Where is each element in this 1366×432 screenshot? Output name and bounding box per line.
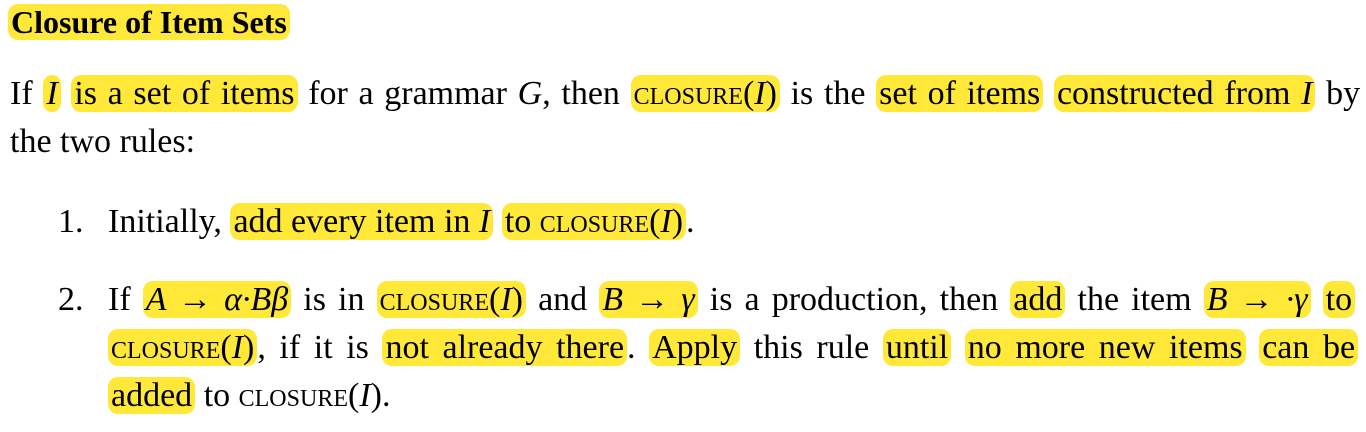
text-and: and	[538, 281, 588, 318]
rule-item-1: 1. Initially, add every item in I to clos…	[58, 198, 1358, 246]
text-this-rule: this rule	[753, 329, 870, 366]
text-is-the: is the	[790, 75, 866, 112]
section-title-text: Closure of Item Sets	[8, 4, 290, 40]
closure-term: closure(I)	[630, 75, 780, 112]
production-3: B → ·γ	[1203, 281, 1311, 318]
closure-label: closure	[238, 377, 348, 414]
math-I: I	[359, 377, 371, 414]
text-period: .	[686, 203, 695, 240]
section-title: Closure of Item Sets	[8, 2, 290, 42]
text-if: If	[10, 75, 33, 112]
rule-number: 1.	[58, 203, 84, 240]
text-add-every-item: add every item in	[233, 203, 471, 240]
text-is-in: is in	[303, 281, 365, 318]
math-G: G	[517, 75, 543, 112]
math-I: I	[478, 203, 491, 240]
production-1: A → α·Bβ	[142, 281, 292, 318]
to-closure-phrase: to closure(I)	[501, 203, 687, 240]
text-to: to	[504, 203, 532, 240]
closure-label: closure	[111, 329, 221, 366]
math-I: I	[43, 75, 61, 112]
text-if: If	[108, 281, 131, 318]
text-is-production: is a production, then	[709, 281, 999, 318]
closure-label: closure	[539, 203, 650, 240]
text-period: .	[381, 377, 391, 414]
constructed-from-phrase: constructed from I	[1053, 75, 1316, 112]
text-set-of-items: is a set of items	[71, 75, 298, 112]
math-I: I	[660, 203, 672, 240]
document-page: Closure of Item Sets If I is a set of it…	[0, 0, 1366, 432]
text-grammar: for a grammar	[308, 75, 507, 112]
text-constructed-from: constructed from	[1056, 75, 1291, 112]
text-initially: Initially,	[108, 203, 222, 240]
text-to: to	[1325, 281, 1353, 318]
text-if-it-is: , if it is	[257, 329, 369, 366]
rule-number: 2.	[58, 281, 84, 318]
rule-item-2: 2. If A → α·Bβ is in closure(I) and B → …	[58, 276, 1359, 414]
math-I: I	[1301, 75, 1313, 112]
text-no-more-items: no more new items	[964, 329, 1246, 366]
text-the-item: the item	[1077, 281, 1192, 318]
closure-term: closure(I)	[376, 281, 526, 318]
text-period: .	[627, 329, 636, 366]
math-I: I	[500, 281, 512, 318]
rule-2-body: If A → α·Bβ is in closure(I) and B → γ i…	[108, 276, 1359, 420]
text-add: add	[1010, 281, 1066, 318]
text-until: until	[882, 329, 952, 366]
add-every-item-phrase: add every item in I	[230, 203, 494, 240]
closure-label: closure	[379, 281, 489, 318]
text-set-of-items-2: set of items	[876, 75, 1044, 112]
definition-paragraph: If I is a set of items for a grammar G, …	[10, 70, 1360, 166]
math-I: I	[231, 329, 244, 366]
closure-label: closure	[633, 75, 743, 112]
production-2: B → γ	[599, 281, 698, 318]
text-to: to	[203, 377, 231, 414]
math-I: I	[754, 75, 766, 112]
text-not-already-there: not already there	[382, 329, 628, 366]
text-apply: Apply	[649, 329, 741, 366]
text-then: , then	[542, 75, 620, 112]
